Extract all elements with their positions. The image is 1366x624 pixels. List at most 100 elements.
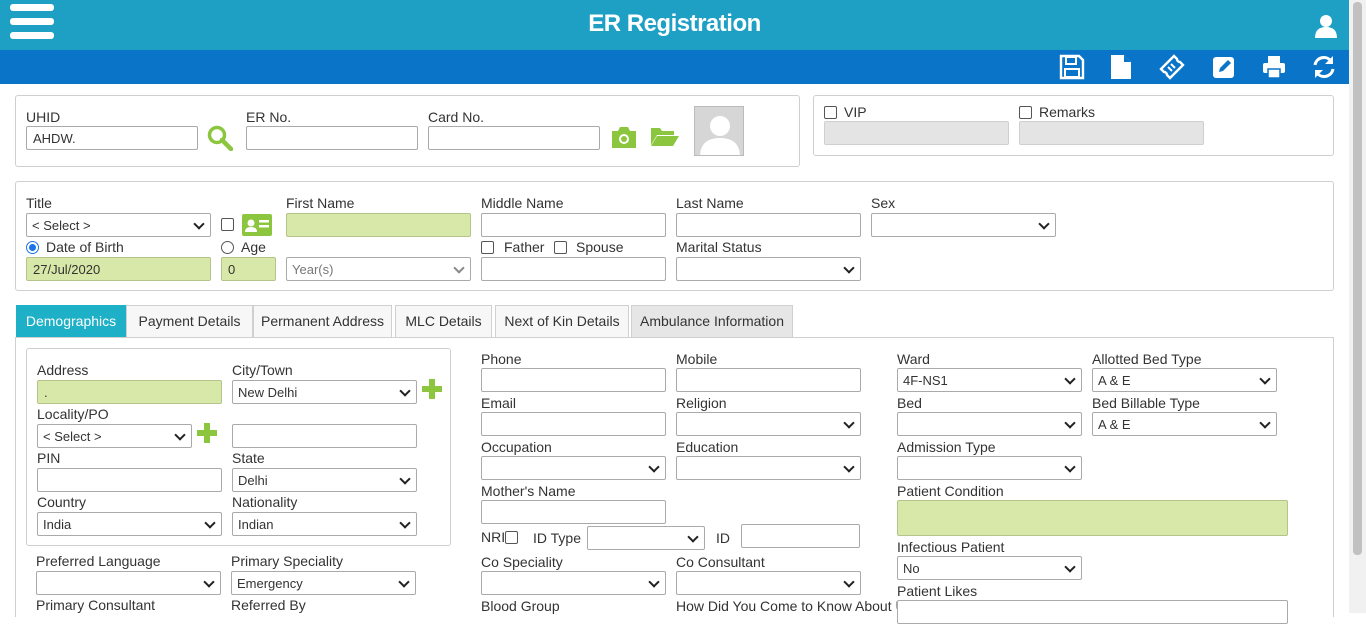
nri-checkbox[interactable] [505,531,518,544]
referred-by-label: Referred By [231,597,306,613]
mothers-name-input[interactable] [481,500,666,524]
dob-radio[interactable] [26,241,39,254]
mobile-input[interactable] [676,368,861,392]
print-icon[interactable] [1261,54,1287,80]
new-document-icon[interactable] [1108,54,1134,80]
address-label: Address [37,362,89,378]
add-locality-plus-icon[interactable] [197,423,217,443]
phone-input[interactable] [481,368,666,392]
remarks-checkbox[interactable] [1019,106,1032,119]
card-no-label: Card No. [428,109,485,125]
sex-select[interactable] [871,213,1056,237]
age-radio[interactable] [221,241,234,254]
occupation-select[interactable] [481,456,666,480]
bed-select[interactable] [897,412,1082,436]
guardian-name-input[interactable] [481,257,666,281]
dob-input[interactable]: 27/Jul/2020 [26,257,211,281]
tab-next-of-kin-details[interactable]: Next of Kin Details [495,305,629,337]
infectious-patient-select[interactable]: No [897,556,1082,580]
phone-label: Phone [481,351,522,367]
dob-label: Date of Birth [46,239,124,255]
er-no-input[interactable] [246,126,418,150]
action-toolbar [0,50,1349,84]
id-card-icon[interactable] [242,213,272,237]
patient-likes-label: Patient Likes [897,583,978,599]
bed-label: Bed [897,395,922,411]
email-label: Email [481,395,517,411]
camera-icon[interactable] [610,125,638,149]
address-input[interactable]: . [37,380,222,404]
folder-open-icon[interactable] [650,125,680,147]
allotted-bed-type-select[interactable]: A & E [1092,368,1277,392]
marital-status-select[interactable] [676,257,861,281]
user-icon[interactable] [1315,14,1337,38]
tab-payment-details[interactable]: Payment Details [126,305,253,337]
spouse-checkbox[interactable] [554,241,567,254]
last-name-input[interactable] [676,213,861,237]
title-label: Title [26,195,52,211]
id-type-select[interactable] [587,526,705,550]
tab-permanent-address[interactable]: Permanent Address [253,305,392,337]
education-select[interactable] [676,456,861,480]
age-unit-select: Year(s) [286,257,471,281]
vertical-scrollbar[interactable] [1349,0,1366,613]
country-label: Country [37,494,87,510]
father-checkbox[interactable] [481,241,494,254]
first-name-label: First Name [286,195,355,211]
nationality-select[interactable]: Indian [232,512,417,536]
admission-type-select[interactable] [897,456,1082,480]
last-name-label: Last Name [676,195,744,211]
ward-label: Ward [897,351,930,367]
locality-select[interactable]: < Select > [37,424,192,448]
first-name-input[interactable] [286,213,471,237]
pin-input[interactable] [37,468,222,492]
uhid-label: UHID [26,109,61,125]
blood-group-label: Blood Group [481,598,560,614]
co-speciality-select[interactable] [481,571,666,595]
sex-label: Sex [871,195,896,211]
co-consultant-select[interactable] [676,571,861,595]
id-label: ID [716,530,730,546]
patient-condition-input[interactable] [897,500,1288,536]
age-input[interactable]: 0 [221,257,276,281]
patient-photo-placeholder[interactable] [694,106,744,156]
tab-demographics[interactable]: Demographics [16,305,126,337]
co-speciality-label: Co Speciality [481,554,563,570]
patient-likes-input[interactable] [897,600,1288,624]
bed-billable-type-select[interactable]: A & E [1092,412,1277,436]
religion-select[interactable] [676,412,861,436]
email-input[interactable] [481,412,666,436]
id-input[interactable] [741,524,860,548]
tab-mlc-details[interactable]: MLC Details [395,305,492,337]
spouse-label: Spouse [576,239,624,255]
vip-checkbox[interactable] [824,106,837,119]
remarks-label: Remarks [1039,104,1096,120]
avatar-icon [700,116,740,155]
primary-speciality-select[interactable]: Emergency [231,571,416,595]
age-label: Age [241,239,266,255]
how-know-about-us-label: How Did You Come to Know About Us [676,598,913,614]
ticket-icon[interactable] [1159,54,1185,80]
search-icon[interactable] [207,125,233,151]
city-select[interactable]: New Delhi [232,380,417,404]
id-card-checkbox[interactable] [221,218,234,231]
preferred-language-select[interactable] [36,571,221,595]
save-icon[interactable] [1059,54,1085,80]
patient-condition-label: Patient Condition [897,483,1004,499]
ward-select[interactable]: 4F-NS1 [897,368,1082,392]
edit-icon[interactable] [1211,54,1237,80]
add-city-plus-icon[interactable] [422,379,442,399]
title-select[interactable]: < Select > [26,213,211,237]
remarks-input [1019,121,1204,145]
card-no-input[interactable] [428,126,600,150]
city-label: City/Town [232,362,293,378]
state-select[interactable]: Delhi [232,468,417,492]
tab-ambulance-information[interactable]: Ambulance Information [631,305,793,337]
refresh-icon[interactable] [1311,54,1337,80]
middle-name-input[interactable] [481,213,666,237]
locality-text-input[interactable] [232,424,417,448]
nri-label: NRI [481,529,506,545]
co-consultant-label: Co Consultant [676,554,765,570]
uhid-input[interactable]: AHDW. [26,126,198,150]
country-select[interactable]: India [37,512,222,536]
